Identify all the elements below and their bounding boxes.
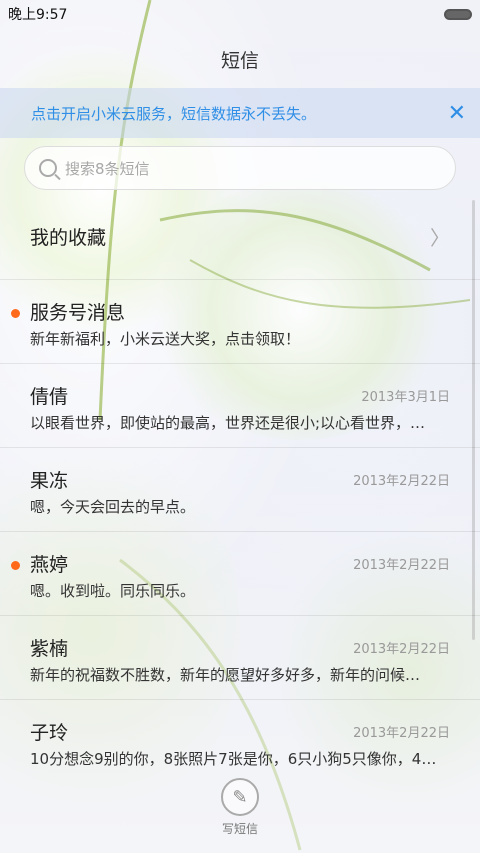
search-input[interactable]: 搜索8条短信 <box>24 146 456 190</box>
conversation-list: 我的收藏 〉 服务号消息 新年新福利，小米云送大奖，点击领取！ 倩倩 2013年… <box>0 194 480 784</box>
compose-button[interactable]: ✎ 写短信 <box>210 778 270 837</box>
message-preview: 嗯。收到啦。同乐同乐。 <box>30 582 196 600</box>
list-item[interactable]: 倩倩 2013年3月1日 以眼看世界，即使站的最高，世界还是很小;以心看世界，… <box>0 364 480 448</box>
message-date: 2013年2月22日 <box>353 726 450 741</box>
chevron-right-icon: 〉 <box>430 226 450 250</box>
cloud-banner-text[interactable]: 点击开启小米云服务，短信数据永不丢失。 <box>31 103 316 124</box>
page-title: 短信 <box>220 50 259 72</box>
sender-name: 燕婷 <box>30 554 69 576</box>
status-time: 晚上9:57 <box>8 7 68 23</box>
message-date: 2013年2月22日 <box>353 642 450 657</box>
favorites-label: 我的收藏 <box>30 227 107 249</box>
compose-label: 写短信 <box>221 822 258 836</box>
list-item[interactable]: 燕婷 2013年2月22日 嗯。收到啦。同乐同乐。 <box>0 532 480 616</box>
message-preview: 嗯，今天会回去的早点。 <box>30 498 196 516</box>
message-date: 2013年2月22日 <box>353 474 450 489</box>
sender-name: 紫楠 <box>30 638 69 660</box>
favorites-row[interactable]: 我的收藏 〉 <box>0 194 480 280</box>
status-bar: 晚上9:57 <box>0 0 480 28</box>
message-preview: 10分想念9别的你，8张照片7张是你，6只小狗5只像你，4… <box>30 750 437 768</box>
unread-dot <box>11 309 20 318</box>
battery-icon <box>444 8 472 20</box>
pencil-icon[interactable]: ✎ <box>221 778 259 816</box>
close-icon[interactable]: ✕ <box>448 101 466 126</box>
sender-name: 服务号消息 <box>30 302 126 324</box>
message-preview: 新年新福利，小米云送大奖，点击领取！ <box>30 330 301 348</box>
cloud-service-banner[interactable]: 点击开启小米云服务，短信数据永不丢失。 ✕ <box>0 88 480 138</box>
message-date: 2013年3月1日 <box>361 390 450 405</box>
message-date: 2013年2月22日 <box>353 558 450 573</box>
message-preview: 以眼看世界，即使站的最高，世界还是很小;以心看世界，… <box>30 414 426 432</box>
sender-name: 果冻 <box>30 470 69 492</box>
list-item[interactable]: 子玲 2013年2月22日 10分想念9别的你，8张照片7张是你，6只小狗5只像… <box>0 700 480 784</box>
sender-name: 倩倩 <box>30 386 69 408</box>
list-item[interactable]: 服务号消息 新年新福利，小米云送大奖，点击领取！ <box>0 280 480 364</box>
message-preview: 新年的祝福数不胜数，新年的愿望好多好多，新年的问候… <box>30 666 421 684</box>
sender-name: 子玲 <box>30 722 69 744</box>
list-item[interactable]: 紫楠 2013年2月22日 新年的祝福数不胜数，新年的愿望好多好多，新年的问候… <box>0 616 480 700</box>
search-icon <box>39 159 57 177</box>
search-placeholder: 搜索8条短信 <box>65 159 150 178</box>
unread-dot <box>11 561 20 570</box>
list-item[interactable]: 果冻 2013年2月22日 嗯，今天会回去的早点。 <box>0 448 480 532</box>
